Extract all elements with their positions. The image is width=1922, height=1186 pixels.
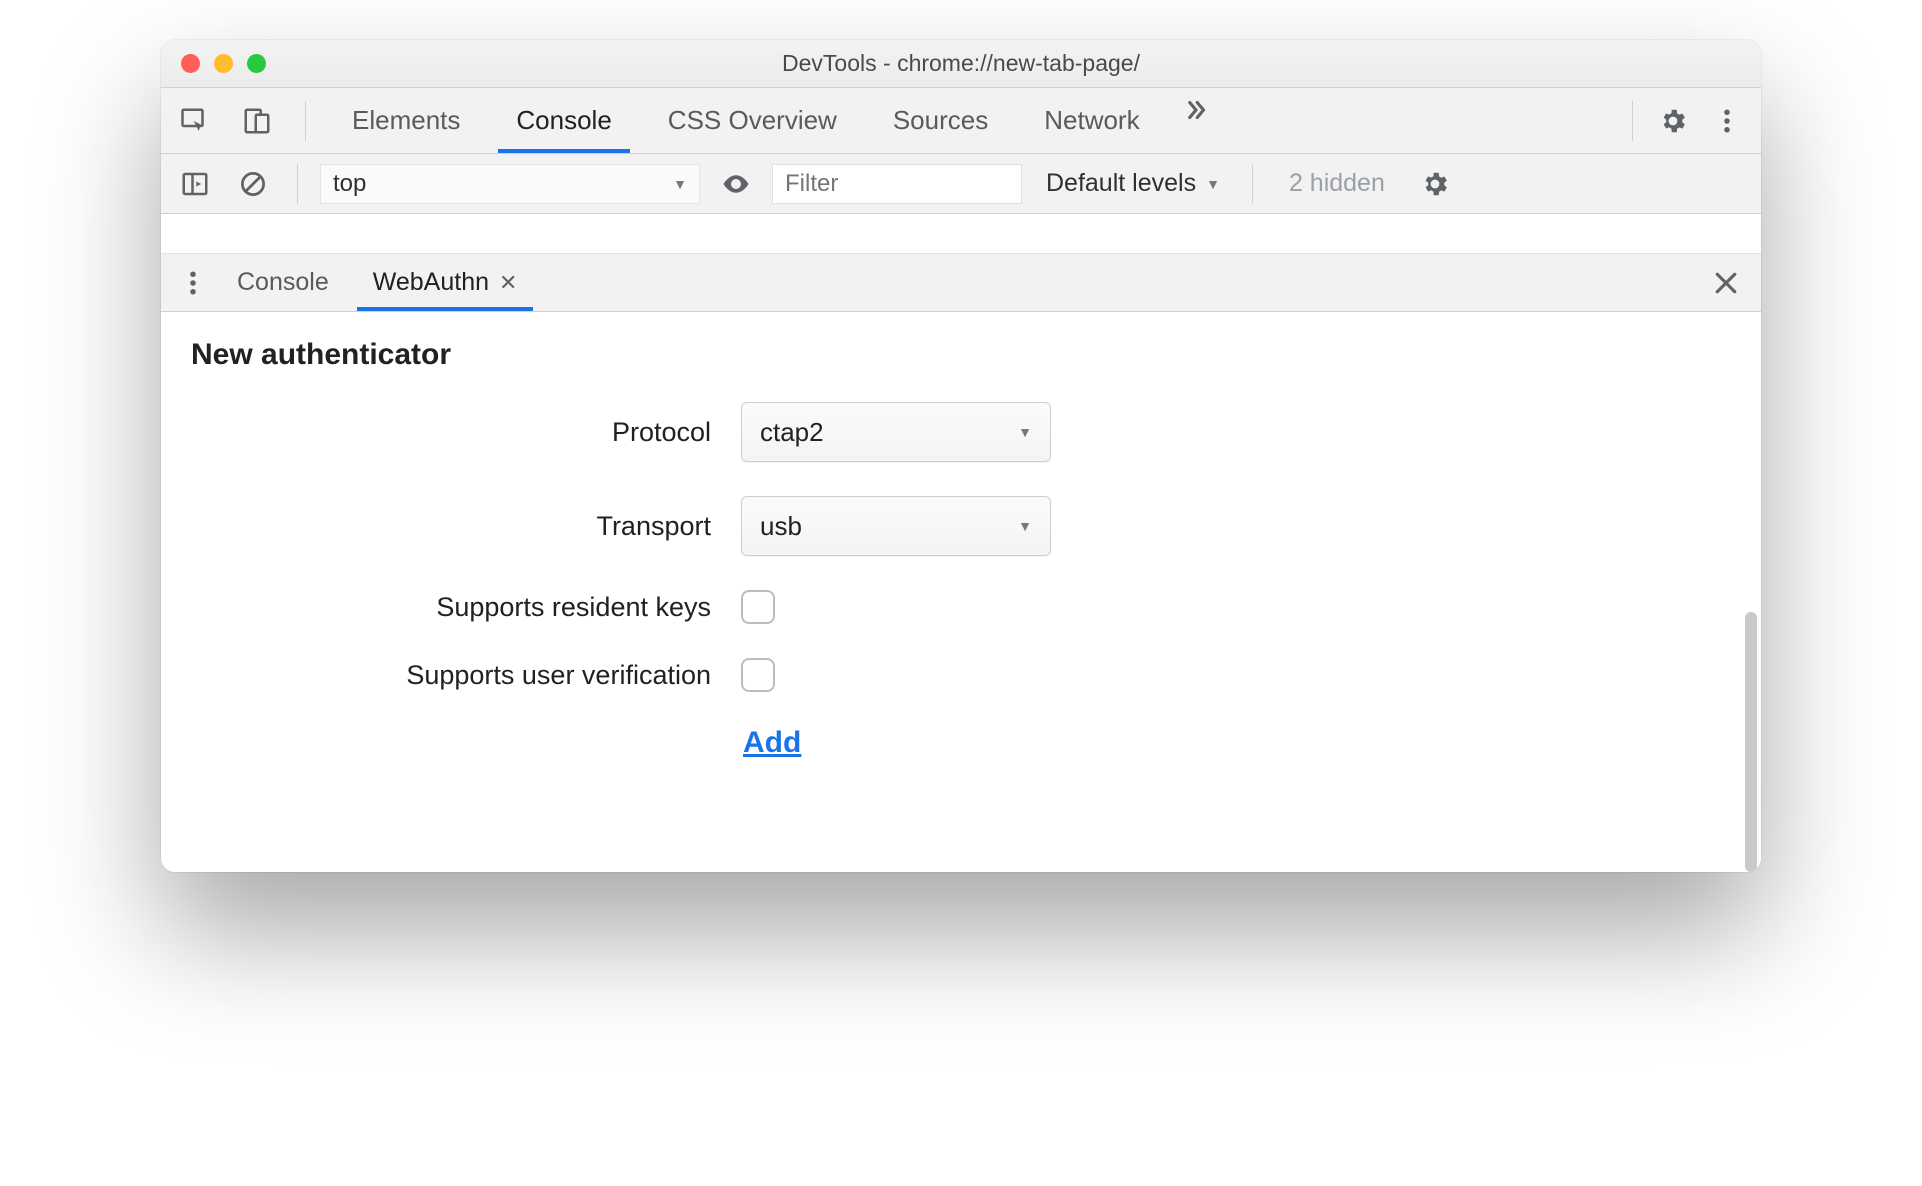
window-close-button[interactable] <box>181 54 200 73</box>
new-authenticator-form: Protocol ctap2 ▼ Transport usb ▼ Support… <box>191 402 1051 760</box>
main-tabs: Elements Console CSS Overview Sources Ne… <box>324 88 1614 153</box>
chevron-down-icon: ▼ <box>1206 176 1220 192</box>
tab-network[interactable]: Network <box>1016 88 1167 153</box>
protocol-value: ctap2 <box>760 417 824 448</box>
close-tab-icon[interactable]: ✕ <box>499 270 517 296</box>
drawer-tabstrip: Console WebAuthn ✕ <box>161 254 1761 312</box>
window-title: DevTools - chrome://new-tab-page/ <box>161 50 1761 77</box>
separator <box>1252 164 1253 204</box>
drawer-tab-label: Console <box>237 268 329 297</box>
clear-console-icon[interactable] <box>231 162 275 206</box>
tab-sources[interactable]: Sources <box>865 88 1016 153</box>
console-settings-gear-icon[interactable] <box>1413 162 1457 206</box>
drawer-close-icon[interactable] <box>1701 261 1751 305</box>
drawer-kebab-icon[interactable] <box>171 261 215 305</box>
device-toggle-icon[interactable] <box>235 99 279 143</box>
protocol-label: Protocol <box>191 417 711 448</box>
panel-heading: New authenticator <box>191 338 1731 372</box>
window-minimize-button[interactable] <box>214 54 233 73</box>
titlebar: DevTools - chrome://new-tab-page/ <box>161 40 1761 88</box>
transport-value: usb <box>760 511 802 542</box>
inspect-element-icon[interactable] <box>173 99 217 143</box>
tab-console[interactable]: Console <box>488 88 639 153</box>
user-verification-checkbox[interactable] <box>741 658 775 692</box>
separator <box>305 101 306 141</box>
vertical-scrollbar[interactable] <box>1745 612 1757 872</box>
resident-keys-label: Supports resident keys <box>191 592 711 623</box>
chevron-down-icon: ▼ <box>1018 518 1032 534</box>
log-levels-label: Default levels <box>1046 169 1196 198</box>
transport-select[interactable]: usb ▼ <box>741 496 1051 556</box>
separator <box>297 164 298 204</box>
drawer-tab-console[interactable]: Console <box>215 254 351 311</box>
webauthn-panel: New authenticator Protocol ctap2 ▼ Trans… <box>161 312 1761 872</box>
execution-context-select[interactable]: top ▼ <box>320 164 700 204</box>
separator <box>1632 101 1633 141</box>
console-sidebar-toggle-icon[interactable] <box>173 162 217 206</box>
window-zoom-button[interactable] <box>247 54 266 73</box>
console-filter-input[interactable] <box>772 164 1022 204</box>
drawer-tab-label: WebAuthn <box>373 268 489 297</box>
transport-label: Transport <box>191 511 711 542</box>
devtools-window: DevTools - chrome://new-tab-page/ <box>161 40 1761 872</box>
protocol-select[interactable]: ctap2 ▼ <box>741 402 1051 462</box>
add-button[interactable]: Add <box>743 726 801 760</box>
chevron-down-icon: ▼ <box>1018 424 1032 440</box>
execution-context-value: top <box>333 170 366 198</box>
more-tabs-icon[interactable] <box>1168 88 1224 132</box>
settings-gear-icon[interactable] <box>1651 99 1695 143</box>
tab-css-overview[interactable]: CSS Overview <box>640 88 865 153</box>
live-expression-eye-icon[interactable] <box>714 162 758 206</box>
drawer-tab-webauthn[interactable]: WebAuthn ✕ <box>351 254 540 311</box>
console-output-area[interactable] <box>161 214 1761 254</box>
log-levels-select[interactable]: Default levels ▼ <box>1036 169 1230 198</box>
kebab-menu-icon[interactable] <box>1705 99 1749 143</box>
user-verification-label: Supports user verification <box>191 660 711 691</box>
tab-elements[interactable]: Elements <box>324 88 488 153</box>
resident-keys-checkbox[interactable] <box>741 590 775 624</box>
console-filter-bar: top ▼ Default levels ▼ 2 hidden <box>161 154 1761 214</box>
main-tabstrip: Elements Console CSS Overview Sources Ne… <box>161 88 1761 154</box>
chevron-down-icon: ▼ <box>673 176 687 192</box>
hidden-messages-count[interactable]: 2 hidden <box>1275 169 1399 198</box>
traffic-lights <box>161 54 266 73</box>
